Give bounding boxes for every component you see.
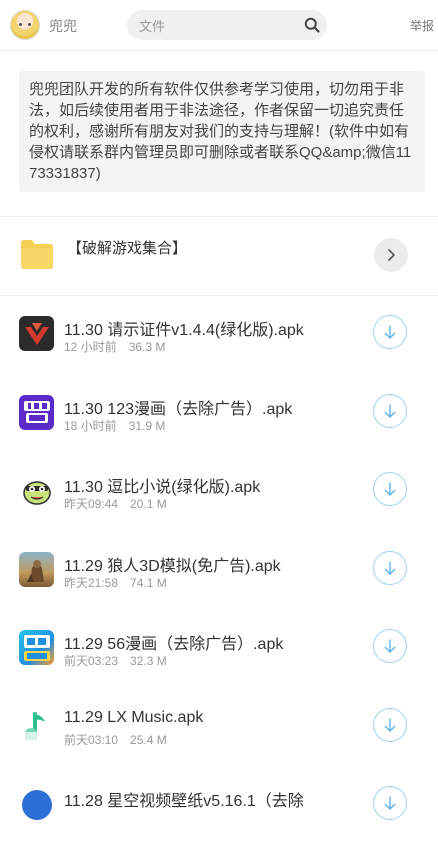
download-icon: [384, 718, 396, 732]
file-time: 前天03:10: [64, 732, 119, 747]
download-icon: [384, 404, 396, 418]
download-button[interactable]: [373, 393, 407, 428]
file-meta: 前天03:23 32.3 M: [64, 652, 167, 669]
app-werewolf-game-icon: [19, 551, 54, 587]
file-name[interactable]: 11.29 LX Music.apk: [64, 709, 203, 727]
folder-title: 【破解游戏集合】: [67, 240, 188, 257]
file-item[interactable]: 11.29 狼人3D模拟(免广告).apk 昨天21:58 74.1 M: [0, 531, 438, 610]
search-input[interactable]: [137, 10, 291, 42]
download-icon: [384, 639, 396, 653]
folder-open-button[interactable]: [374, 238, 408, 272]
file-item[interactable]: 11.28 星空视频壁纸v5.16.1（去除: [0, 766, 438, 845]
file-item[interactable]: 11.30 逗比小说(绿化版).apk 昨天09:44 20.1 M: [0, 452, 438, 531]
app-music-note-icon: [19, 708, 54, 744]
search-box[interactable]: [127, 10, 327, 42]
file-name[interactable]: 11.30 逗比小说(绿化版).apk: [64, 473, 260, 497]
avatar[interactable]: [10, 10, 40, 40]
file-item[interactable]: 11.30 123漫画（去除广告）.apk 18 小时前 31.9 M: [0, 374, 438, 453]
download-icon: [384, 325, 396, 339]
file-time: 昨天21:58: [64, 575, 119, 590]
file-item[interactable]: 11.30 请示证件v1.4.4(绿化版).apk 12 小时前 36.3 M: [0, 295, 438, 374]
file-meta: 12 小时前 36.3 M: [64, 338, 165, 355]
download-icon: [384, 561, 396, 575]
file-item[interactable]: 11.29 LX Music.apk 前天03:10 25.4 M: [0, 688, 438, 767]
file-size: 74.1 M: [130, 575, 167, 590]
file-item[interactable]: 11.29 56漫画（去除广告）.apk 前天03:23 32.3 M: [0, 609, 438, 688]
top-bar: 兜兜 举报: [0, 0, 438, 51]
app-56-comic-icon: [19, 630, 54, 665]
download-icon: [384, 796, 396, 810]
file-list: 11.30 请示证件v1.4.4(绿化版).apk 12 小时前 36.3 M 1…: [0, 295, 438, 845]
download-button[interactable]: [373, 315, 407, 349]
file-meta: 昨天21:58 74.1 M: [64, 574, 167, 591]
file-meta: 前天03:10 25.4 M: [64, 731, 167, 748]
app-123-comic-icon: [19, 394, 54, 430]
download-button[interactable]: [373, 707, 407, 742]
file-name[interactable]: 11.29 56漫画（去除广告）.apk: [64, 630, 283, 654]
file-time: 18 小时前: [64, 418, 117, 433]
file-name[interactable]: 11.30 123漫画（去除广告）.apk: [64, 395, 292, 419]
app-red-emblem-icon: [19, 316, 54, 351]
file-time: 前天03:23: [64, 654, 119, 668]
username[interactable]: 兜兜: [49, 16, 77, 36]
file-size: 32.3 M: [130, 654, 167, 668]
file-size: 31.9 M: [128, 418, 166, 433]
file-time: 昨天09:44: [64, 497, 119, 511]
download-button[interactable]: [373, 550, 407, 585]
download-button[interactable]: [373, 629, 407, 663]
folder-item[interactable]: 【破解游戏集合】: [0, 216, 438, 296]
report-link[interactable]: 举报: [410, 17, 434, 34]
search-icon[interactable]: [304, 17, 320, 33]
file-size: 25.4 M: [130, 732, 167, 747]
download-icon: [384, 482, 396, 496]
notice-text: 兜兜团队开发的所有软件仅供参考学习使用，切勿用于非法，如后续使用者用于非法途径，…: [19, 71, 425, 192]
chevron-right-icon: [388, 249, 395, 261]
file-meta: 18 小时前 31.9 M: [64, 417, 165, 434]
file-size: 36.3 M: [128, 340, 166, 354]
app-blue-circle-icon: [19, 787, 54, 822]
download-button[interactable]: [373, 786, 407, 820]
download-button[interactable]: [373, 472, 407, 506]
file-size: 20.1 M: [130, 497, 167, 511]
file-time: 12 小时前: [64, 340, 117, 354]
file-meta: 昨天09:44 20.1 M: [64, 495, 167, 512]
folder-icon: [21, 240, 53, 269]
app-cartoon-face-icon: [19, 473, 54, 508]
file-name[interactable]: 11.30 请示证件v1.4.4(绿化版).apk: [64, 316, 304, 340]
file-name[interactable]: 11.29 狼人3D模拟(免广告).apk: [64, 552, 281, 576]
